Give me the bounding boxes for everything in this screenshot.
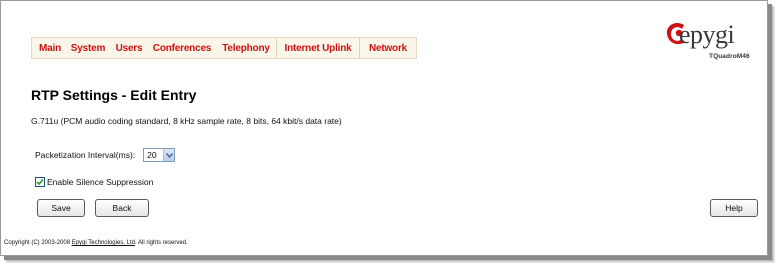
silence-suppression-row: Enable Silence Suppression xyxy=(35,177,153,187)
packetization-label: Packetization Interval(ms): xyxy=(35,150,136,160)
packetization-row: Packetization Interval(ms): 20 xyxy=(35,148,176,162)
nav-item-network[interactable]: Network xyxy=(360,38,416,58)
nav-item-main[interactable]: Main xyxy=(32,38,66,58)
nav-item-internet-uplink[interactable]: Internet Uplink xyxy=(277,38,359,58)
codec-description: G.711u (PCM audio coding standard, 8 kHz… xyxy=(31,116,342,126)
packetization-select[interactable]: 20 xyxy=(143,148,176,162)
page-title: RTP Settings - Edit Entry xyxy=(31,87,197,103)
main-nav: Main System Users Conferences Telephony … xyxy=(31,37,417,59)
silence-suppression-label: Enable Silence Suppression xyxy=(47,177,154,187)
copyright-suffix: . All rights reserved. xyxy=(134,240,188,246)
packetization-value: 20 xyxy=(147,150,157,160)
copyright-prefix: Copyright (C) 2003-2008 xyxy=(4,240,72,246)
logo-model-text: TQuadroM46 xyxy=(709,53,750,60)
nav-item-system[interactable]: System xyxy=(66,38,110,58)
epygi-logo: epygi TQuadroM46 xyxy=(665,15,761,65)
logo-brand-text: epygi xyxy=(679,20,735,49)
nav-item-conferences[interactable]: Conferences xyxy=(148,38,216,58)
nav-item-telephony[interactable]: Telephony xyxy=(216,38,276,58)
nav-item-users[interactable]: Users xyxy=(110,38,148,58)
help-button[interactable]: Help xyxy=(710,199,758,217)
back-button[interactable]: Back xyxy=(95,199,149,217)
save-button[interactable]: Save xyxy=(37,199,85,217)
page-frame: Main System Users Conferences Telephony … xyxy=(0,0,768,256)
chevron-down-icon xyxy=(163,149,175,161)
silence-suppression-checkbox[interactable] xyxy=(35,177,45,187)
checkmark-icon xyxy=(36,178,44,186)
copyright-footer: Copyright (C) 2003-2008 Epygi Technologi… xyxy=(4,240,188,246)
company-link[interactable]: Epygi Technologies, Ltd xyxy=(72,240,135,246)
